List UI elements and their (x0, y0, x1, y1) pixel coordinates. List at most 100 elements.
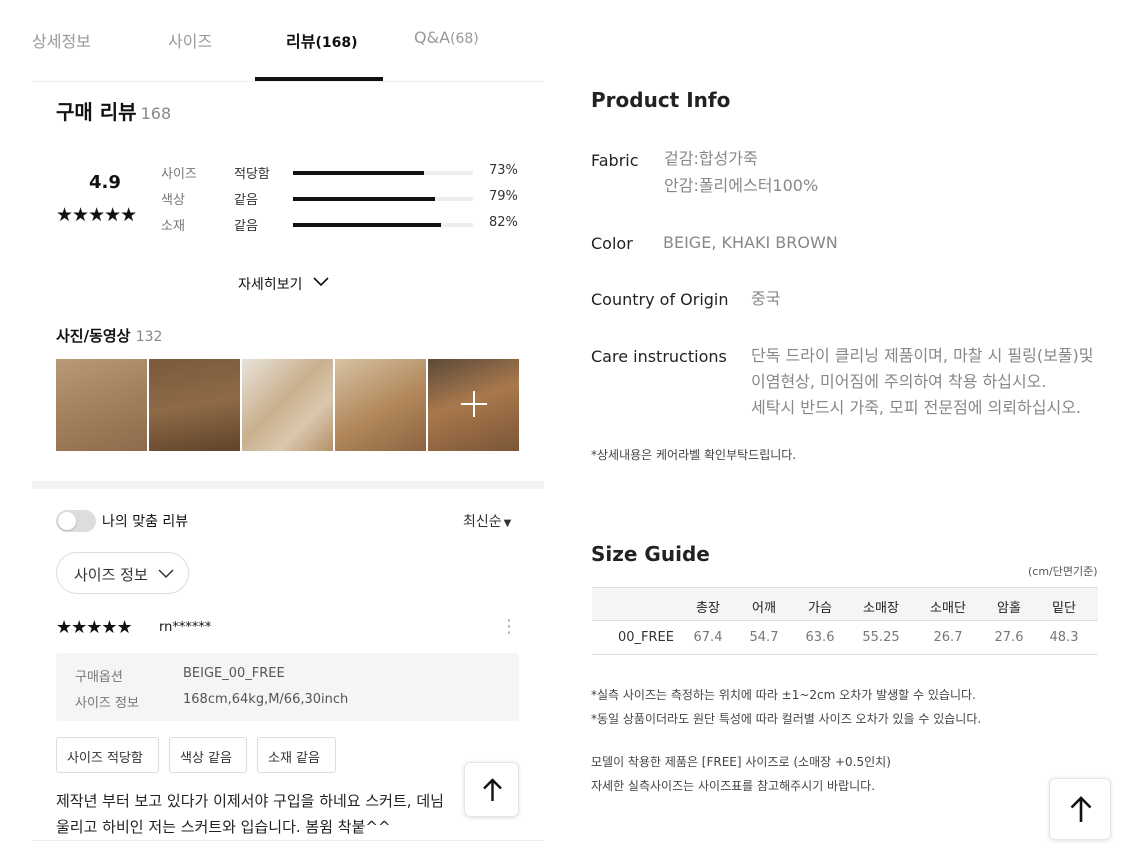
product-info-title: Product Info (591, 88, 731, 112)
review-stars-icon: ★★★★★ (56, 617, 133, 638)
care-value: 세탁시 반드시 가죽, 모피 전문점에 의뢰하십시오. (751, 398, 1082, 417)
my-review-toggle[interactable] (56, 510, 96, 532)
table-header-cell: 밑단 (1052, 601, 1076, 616)
tab-detail[interactable]: 상세정보 (32, 28, 91, 52)
stat-row-size: 사이즈 적당함 73% (161, 163, 521, 183)
review-chip: 사이즈 적당함 (56, 737, 159, 773)
table-header-cell: 암홀 (997, 601, 1021, 616)
scroll-top-button[interactable] (464, 762, 519, 817)
size-note-line: *동일 상품이더라도 원단 특성에 따라 컬러별 사이즈 오차가 있을 수 있습… (591, 712, 982, 726)
review-photo[interactable] (335, 359, 426, 451)
stat-percent: 79% (489, 189, 518, 204)
size-note-line: *실측 사이즈는 측정하는 위치에 따라 ±1~2cm 오차가 발생할 수 있습… (591, 688, 976, 702)
stat-label: 색상 (161, 193, 185, 208)
option-key: 사이즈 정보 (75, 696, 139, 711)
active-tab-indicator (255, 77, 383, 81)
average-stars-icon: ★★★★★ (56, 204, 137, 226)
stat-bar-fill (293, 223, 441, 227)
review-text-line: 울리고 하비인 저는 스커트와 입습니다. 봄윔 착붙^^ (56, 818, 391, 836)
stat-label: 사이즈 (161, 167, 197, 182)
caret-down-icon: ▼ (503, 518, 512, 529)
fabric-value: 겉감:합성가죽 (664, 149, 758, 168)
color-value: BEIGE, KHAKI BROWN (663, 233, 838, 252)
table-cell: 55.25 (862, 630, 900, 645)
stat-percent: 82% (489, 215, 518, 230)
stat-bar (293, 197, 473, 201)
review-section-title: 구매 리뷰 168 (56, 100, 172, 124)
table-header-cell: 소매단 (930, 601, 966, 616)
chevron-down-icon (313, 275, 329, 291)
stat-value: 같음 (234, 219, 258, 234)
stat-percent: 73% (489, 163, 518, 178)
care-value: 이염현상, 미어짐에 주의하여 착용 하십시오. (751, 372, 1047, 391)
table-cell: 48.3 (1049, 630, 1079, 645)
stat-label: 소재 (161, 219, 185, 234)
photo-strip (56, 359, 519, 451)
care-value: 단독 드라이 클리닝 제품이며, 마찰 시 필링(보풀)및 (751, 346, 1094, 365)
section-divider (32, 481, 544, 489)
table-cell: 27.6 (994, 630, 1024, 645)
care-key: Care instructions (591, 347, 727, 366)
stat-bar-fill (293, 171, 425, 175)
tab-size[interactable]: 사이즈 (168, 28, 212, 52)
origin-key: Country of Origin (591, 290, 729, 309)
view-more-button[interactable]: 자세히보기 (238, 274, 329, 294)
more-options-icon[interactable]: ⋮ (500, 618, 518, 636)
sort-dropdown[interactable]: 최신순 ▼ (463, 511, 511, 531)
review-photo[interactable] (242, 359, 333, 451)
toggle-knob (58, 512, 76, 530)
model-size-notes: 모델이 착용한 제품은 [FREE] 사이즈로 (소매장 +0.5인치) 자세한… (591, 750, 891, 798)
size-guide-title: Size Guide (591, 542, 710, 566)
option-value: 168cm,64kg,M/66,30inch (183, 692, 349, 707)
chevron-down-icon (158, 564, 174, 583)
arrow-up-icon (483, 778, 502, 801)
plus-icon (461, 391, 487, 417)
origin-value: 중국 (751, 289, 781, 308)
size-info-filter[interactable]: 사이즈 정보 (56, 552, 189, 594)
fabric-key: Fabric (591, 151, 639, 170)
stat-row-material: 소재 같음 82% (161, 215, 521, 235)
table-header-cell: 가슴 (808, 601, 832, 616)
stat-bar-fill (293, 197, 436, 201)
review-chip: 색상 같음 (169, 737, 247, 773)
review-option-box: 구매옵션 BEIGE_00_FREE 사이즈 정보 168cm,64kg,M/6… (56, 653, 519, 721)
stat-bar (293, 171, 473, 175)
product-info-panel: Product Info Fabric 겉감:합성가죽 안감:폴리에스터100%… (560, 0, 1125, 844)
table-header-row: 총장 어깨 가슴 소매장 소매단 암홀 밑단 (592, 587, 1098, 621)
reviewer-id: rn****** (159, 620, 212, 635)
tab-qna[interactable]: Q&A(68) (414, 28, 479, 47)
table-cell: 26.7 (933, 630, 963, 645)
photo-section-title: 사진/동영상 132 (56, 327, 163, 345)
review-photo[interactable] (149, 359, 240, 451)
fabric-value: 안감:폴리에스터100% (664, 176, 819, 195)
table-header-cell: 총장 (696, 601, 720, 616)
tab-review[interactable]: 리뷰(168) (286, 28, 357, 52)
review-photo[interactable] (56, 359, 147, 451)
stat-bar (293, 223, 473, 227)
option-key: 구매옵션 (75, 670, 123, 685)
table-header-cell: 어깨 (752, 601, 776, 616)
table-row: 00_FREE 67.4 54.7 63.6 55.25 26.7 27.6 4… (592, 621, 1098, 655)
review-panel: 상세정보 사이즈 리뷰(168) Q&A(68) 구매 리뷰 168 4.9 ★★… (0, 0, 560, 844)
stat-value: 적당함 (234, 167, 270, 182)
color-key: Color (591, 234, 633, 253)
arrow-up-icon (1070, 796, 1092, 822)
stat-value: 같음 (234, 193, 258, 208)
scroll-top-button[interactable] (1049, 778, 1111, 840)
divider (32, 840, 544, 841)
model-note-line: 자세한 실측사이즈는 사이즈표를 참고해주시기 바랍니다. (591, 779, 876, 793)
table-cell: 54.7 (749, 630, 779, 645)
size-guide-notes: *실측 사이즈는 측정하는 위치에 따라 ±1~2cm 오차가 발생할 수 있습… (591, 683, 981, 731)
table-header-cell: 소매장 (863, 601, 899, 616)
option-value: BEIGE_00_FREE (183, 666, 285, 681)
average-score: 4.9 (89, 172, 121, 193)
toggle-label: 나의 맞춤 리뷰 (102, 514, 189, 530)
review-chip: 소재 같음 (257, 737, 336, 773)
model-note-line: 모델이 착용한 제품은 [FREE] 사이즈로 (소매장 +0.5인치) (591, 755, 891, 769)
table-cell: 63.6 (805, 630, 835, 645)
size-guide-unit: (cm/단면기준) (1028, 565, 1098, 578)
stat-row-color: 색상 같음 79% (161, 189, 521, 209)
care-label-note: *상세내용은 케어라벨 확인부탁드립니다. (591, 448, 797, 462)
table-cell: 67.4 (693, 630, 723, 645)
more-photos-button[interactable] (428, 359, 519, 451)
